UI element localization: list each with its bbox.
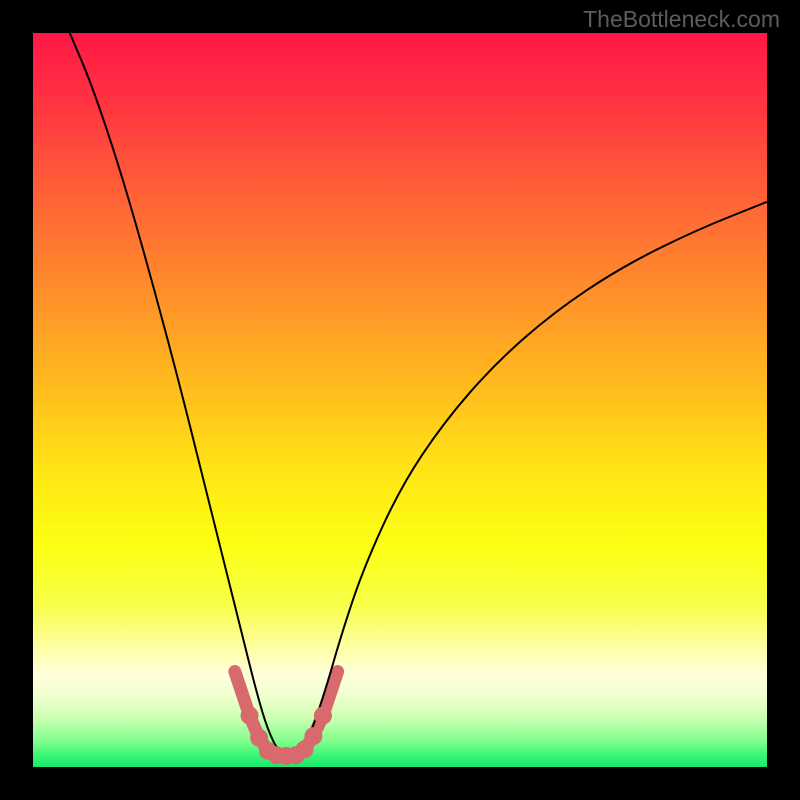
marker-point: [230, 667, 240, 677]
highlight-markers: [230, 667, 343, 765]
marker-point: [241, 707, 259, 725]
curve-layer: [33, 33, 767, 767]
bottleneck-curve: [70, 33, 767, 755]
chart-frame: TheBottleneck.com: [0, 0, 800, 800]
watermark-text: TheBottleneck.com: [583, 6, 780, 33]
marker-point: [314, 707, 332, 725]
plot-area: [33, 33, 767, 767]
marker-point: [333, 667, 343, 677]
marker-point: [304, 727, 322, 745]
